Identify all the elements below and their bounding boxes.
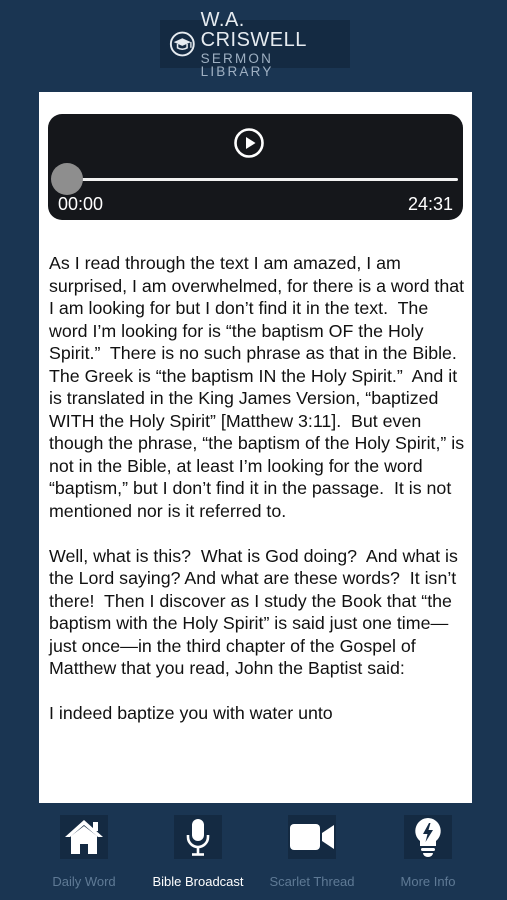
seek-track[interactable] bbox=[66, 178, 458, 181]
lightbulb-icon bbox=[415, 818, 441, 857]
tab-more-info[interactable]: More Info bbox=[368, 815, 488, 895]
play-button-icon[interactable] bbox=[233, 127, 265, 159]
tab-daily-word[interactable]: Daily Word bbox=[24, 815, 144, 895]
sermon-paragraph: Well, what is this? What is God doing? A… bbox=[49, 545, 463, 679]
sermon-content-panel: 00:00 24:31 As I read through the text I… bbox=[39, 92, 472, 803]
tab-bible-broadcast[interactable]: Bible Broadcast bbox=[138, 815, 258, 895]
bottom-tab-bar: Daily Word Bible Broadcast Scarlet Threa… bbox=[0, 803, 507, 900]
sermon-text: As I read through the text I am amazed, … bbox=[49, 252, 467, 747]
app-header: W.A. CRISWELL SERMON LIBRARY bbox=[0, 0, 507, 90]
sermon-paragraph: As I read through the text I am amazed, … bbox=[49, 253, 470, 521]
logo-subtitle: SERMON LIBRARY bbox=[200, 50, 274, 79]
home-icon bbox=[65, 820, 103, 854]
tab-scarlet-thread[interactable]: Scarlet Thread bbox=[252, 815, 372, 895]
graduation-cap-logo-icon bbox=[169, 31, 195, 57]
seek-thumb[interactable] bbox=[51, 163, 83, 195]
video-camera-icon bbox=[290, 824, 334, 850]
app-logo: W.A. CRISWELL SERMON LIBRARY bbox=[160, 10, 350, 78]
current-time: 00:00 bbox=[58, 194, 104, 214]
logo-title: W.A. CRISWELL bbox=[200, 8, 307, 51]
tab-label: Bible Broadcast bbox=[152, 874, 244, 889]
tab-label: Daily Word bbox=[52, 874, 116, 889]
tab-label: More Info bbox=[400, 874, 456, 889]
sermon-paragraph: I indeed baptize you with water unto bbox=[49, 703, 333, 723]
audio-player: 00:00 24:31 bbox=[48, 114, 463, 220]
tab-label: Scarlet Thread bbox=[269, 874, 355, 889]
total-time: 24:31 bbox=[407, 194, 453, 214]
microphone-icon bbox=[186, 819, 210, 856]
